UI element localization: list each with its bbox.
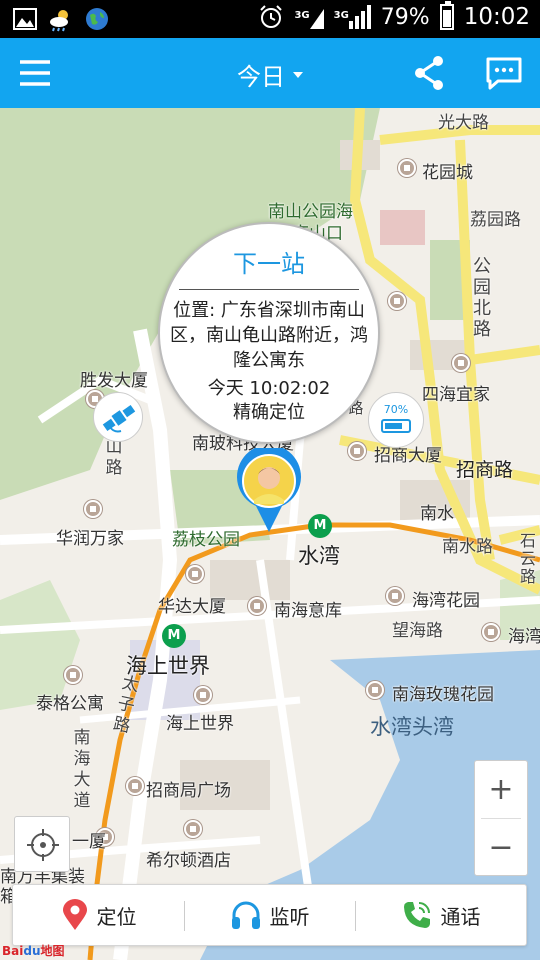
poi-marker[interactable] [186, 565, 204, 583]
locate-label: 定位 [96, 904, 137, 929]
date-selector[interactable]: 今日 [0, 57, 540, 92]
map-label: 花园城 [422, 163, 473, 183]
poi-marker[interactable] [366, 681, 384, 699]
listen-label: 监听 [269, 904, 310, 929]
metro-station-icon[interactable]: M [308, 514, 332, 538]
map-label: 华润万家 [56, 529, 124, 549]
avatar-location-pin[interactable] [236, 448, 302, 532]
map-label: 公园北路 [473, 256, 491, 340]
map-label: 海湾 [508, 627, 540, 647]
map-label: 招商路 [456, 459, 514, 481]
map-label: 海湾花园 [412, 591, 480, 611]
map-label: 水湾头湾 [370, 715, 454, 739]
call-button[interactable]: 通话 [355, 885, 526, 945]
poi-marker[interactable] [348, 442, 366, 460]
bottom-action-bar: 定位 监听 通话 [12, 884, 527, 946]
call-label: 通话 [440, 904, 481, 929]
poi-marker[interactable] [482, 623, 500, 641]
signal-bars-2-icon [348, 5, 371, 29]
clock: 10:02 [463, 4, 530, 30]
map-provider-logo: Baidu地图 [2, 944, 65, 958]
globe-icon [86, 8, 108, 30]
map-label: 南水 [420, 504, 454, 524]
location-address: 位置: 广东省深圳市南山区，南山龟山路附近，鸿隆公寓东 [170, 300, 368, 371]
poi-marker[interactable] [64, 666, 82, 684]
battery-icon [439, 1, 454, 30]
satellite-icon [102, 404, 136, 433]
poi-marker[interactable] [126, 777, 144, 795]
signal-bars-1-icon [309, 9, 324, 29]
location-pin-icon [62, 899, 87, 930]
map-label: 四海宜家 [422, 385, 490, 405]
battery-percent: 79% [380, 4, 430, 30]
poi-marker[interactable] [452, 354, 470, 372]
poi-marker[interactable] [184, 820, 202, 838]
zoom-in-button[interactable]: + [475, 761, 527, 818]
listen-button[interactable]: 监听 [184, 885, 355, 945]
poi-marker[interactable] [84, 500, 102, 518]
map-label: 海上世界 [166, 714, 234, 734]
my-location-button[interactable] [14, 816, 70, 872]
locate-button[interactable]: 定位 [13, 885, 184, 945]
app-bar: 今日 [0, 38, 540, 108]
map-label: 招商局广场 [146, 781, 231, 801]
battery-icon [381, 419, 411, 433]
location-time: 今天 10:02:02 [207, 378, 331, 399]
page-title: 今日 [237, 63, 285, 91]
map-label: 水湾 [298, 544, 340, 568]
gallery-icon [13, 8, 37, 30]
poi-marker[interactable] [386, 587, 404, 605]
poi-marker[interactable] [388, 292, 406, 310]
metro-station-icon[interactable]: M [162, 624, 186, 648]
zoom-out-button[interactable]: − [475, 819, 527, 876]
alarm-icon [260, 5, 283, 28]
status-bar: 3G 3G 79% 10:02 [0, 0, 540, 38]
next-stop-link[interactable]: 下一站 [160, 244, 378, 279]
message-icon[interactable] [484, 53, 524, 93]
map-label: 光大路 [438, 113, 489, 133]
map-label: 泰格公寓 [36, 694, 104, 714]
map-label: 望海路 [392, 621, 443, 641]
gps-mode-badge [93, 392, 143, 442]
map-label: 荔枝公园 [172, 530, 240, 550]
map-label: 荔园路 [470, 210, 521, 230]
signal-2: 3G [334, 5, 371, 29]
share-icon[interactable] [410, 53, 450, 93]
signal-1: 3G [294, 5, 324, 29]
map-label: 南海意库 [274, 601, 342, 621]
map-label: 南海玫瑰花园 [392, 685, 494, 705]
poi-marker[interactable] [398, 159, 416, 177]
poi-marker[interactable] [194, 686, 212, 704]
chevron-down-icon [293, 72, 303, 78]
location-info-bubble[interactable]: 下一站 位置: 广东省深圳市南山区，南山龟山路附近，鸿隆公寓东 今天 10:02… [158, 222, 380, 444]
poi-marker[interactable] [248, 597, 266, 615]
crosshair-icon [27, 829, 59, 861]
headphones-icon [231, 901, 260, 929]
phone-icon [403, 902, 430, 928]
location-precision: 精确定位 [233, 402, 305, 423]
map-label: 石云路 [519, 531, 536, 586]
map-label: 希尔顿酒店 [146, 851, 231, 871]
map-label: 胜发大厦 [80, 371, 148, 391]
zoom-controls: + − [474, 760, 528, 876]
weather-icon [50, 10, 68, 32]
map-label: 南水路 [442, 537, 493, 557]
map-label: 一厦 [72, 832, 106, 852]
map-label: 华达大厦 [158, 597, 226, 617]
map-label: 南海大道 [73, 728, 91, 811]
divider [179, 289, 359, 290]
